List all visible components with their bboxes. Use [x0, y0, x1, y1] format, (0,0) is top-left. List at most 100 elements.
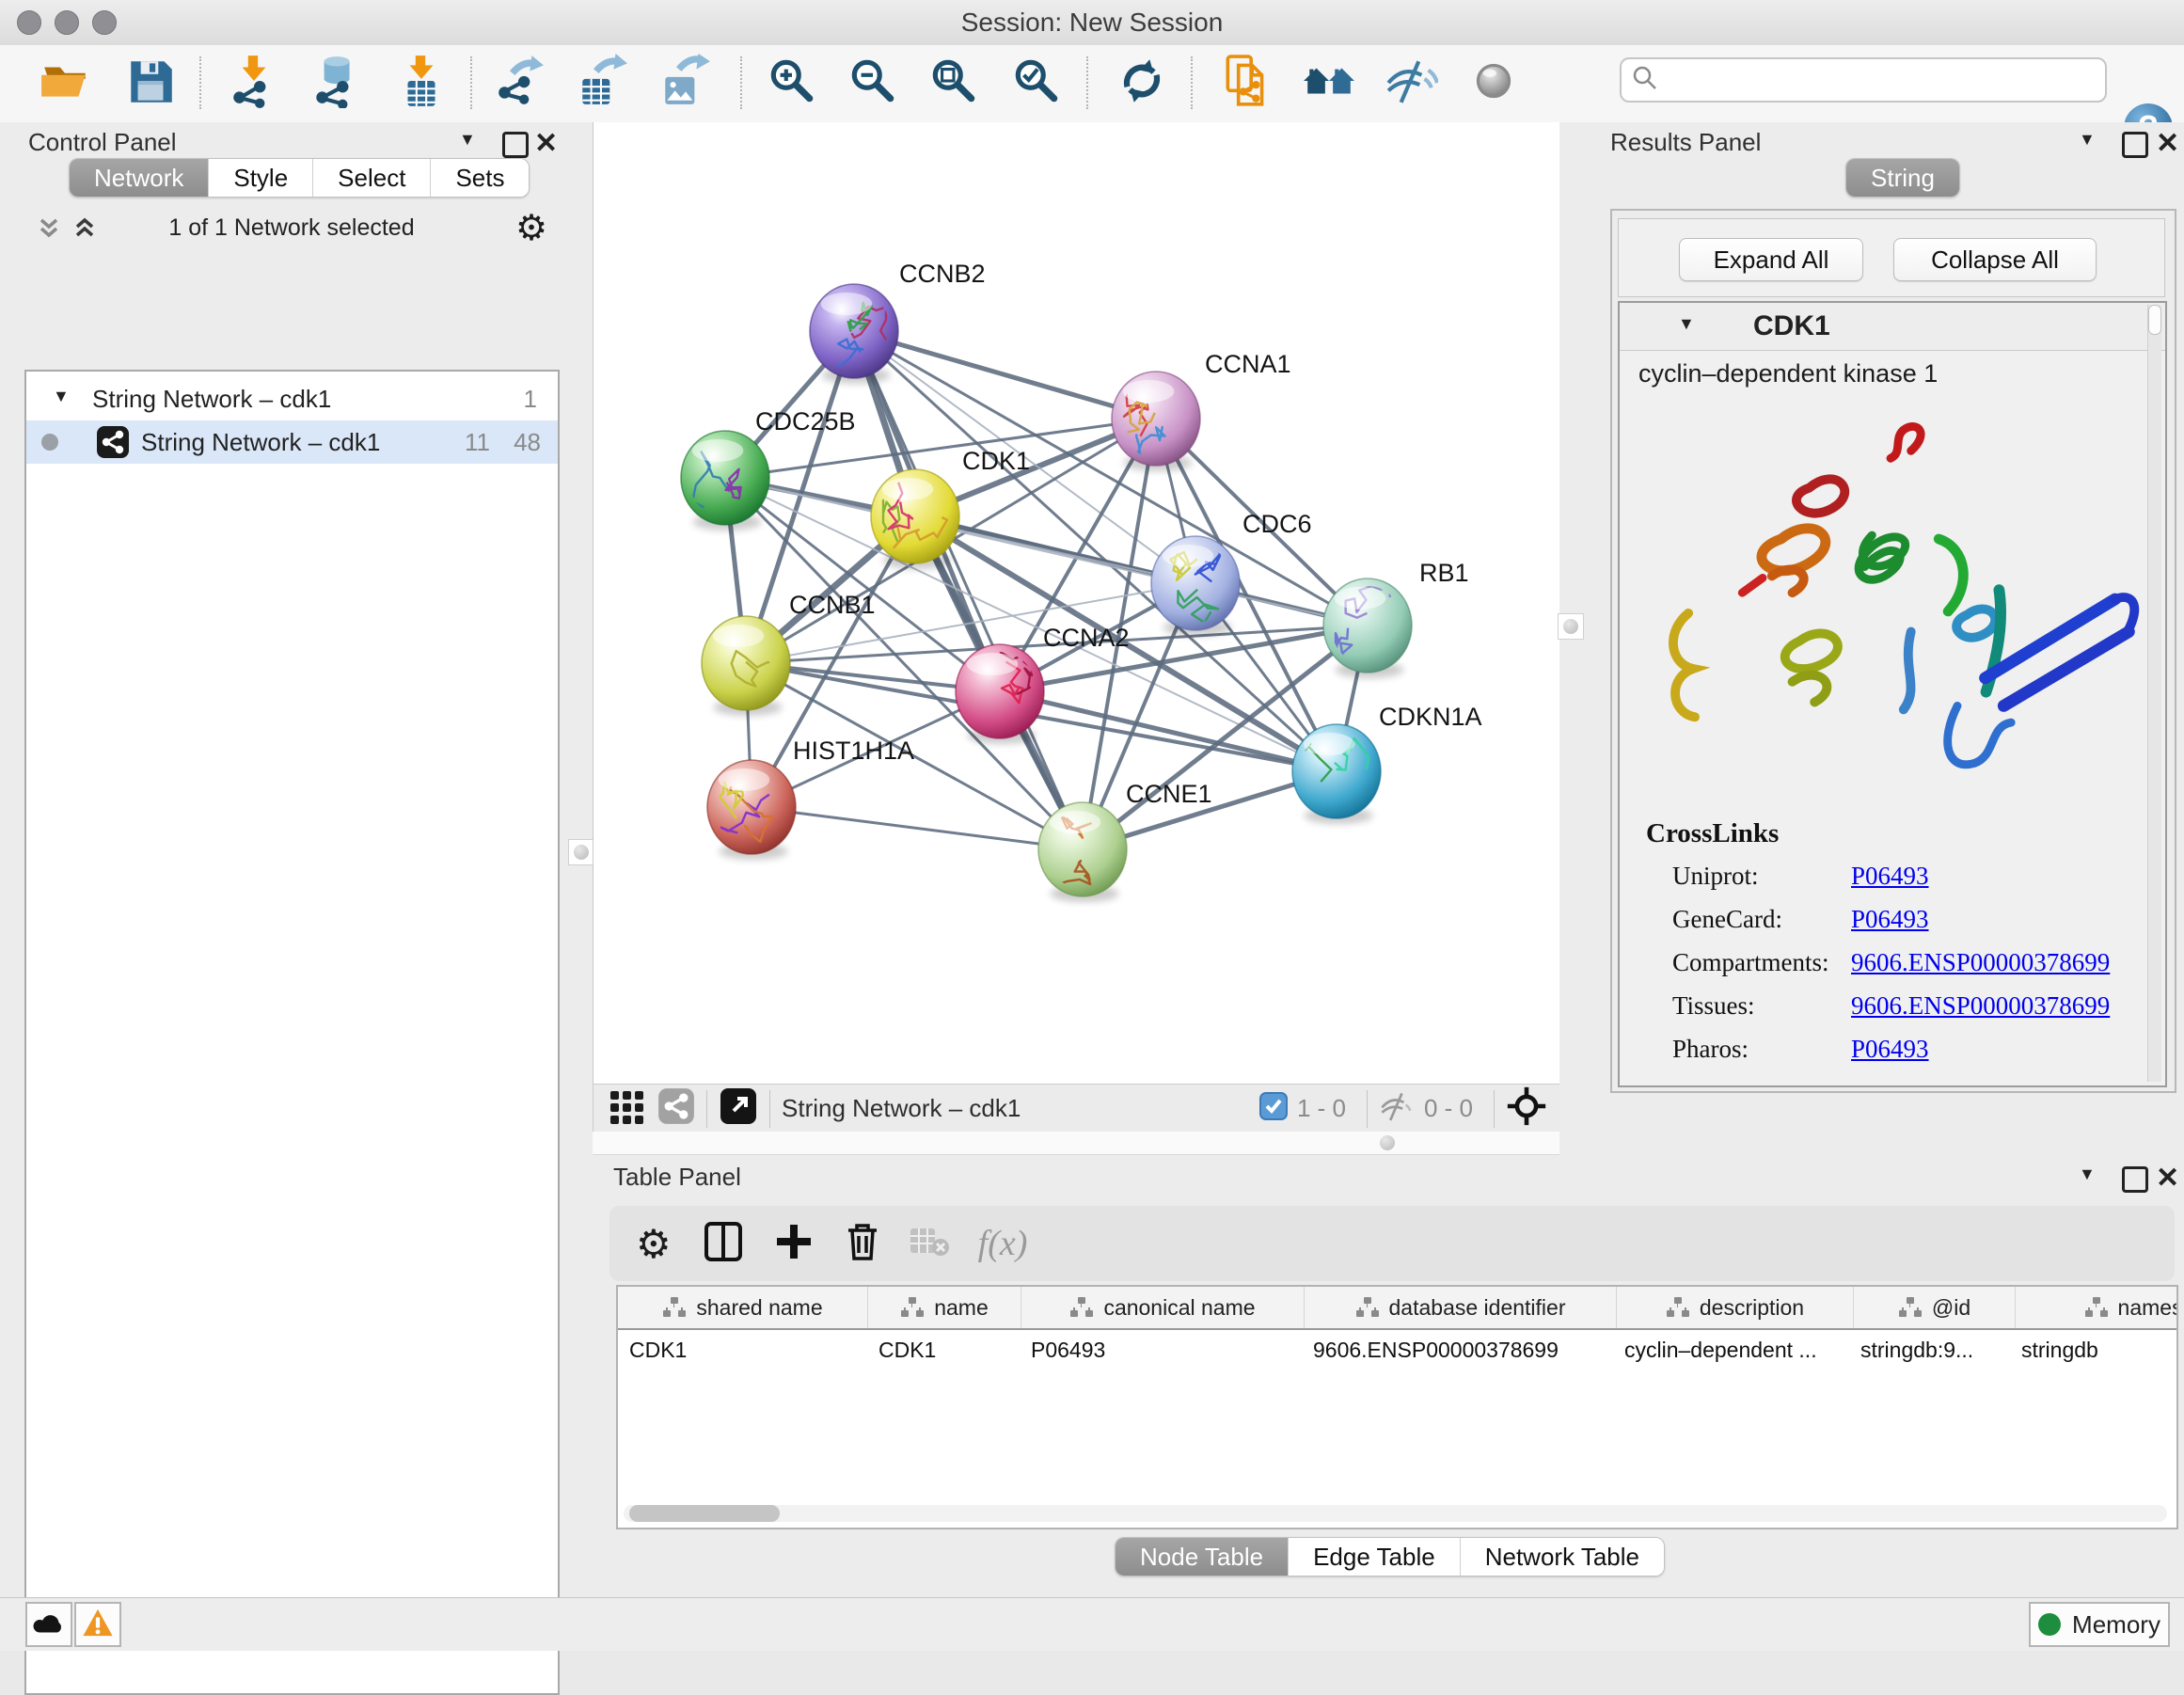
open-session-button[interactable] [32, 51, 100, 115]
crosslink-link[interactable]: 9606.ENSP00000378699 [1851, 948, 2110, 991]
tab-node-table[interactable]: Node Table [1116, 1538, 1288, 1576]
network-graph[interactable]: CCNB2CCNA1CDC25BCDK1CDC6RB1CCNB1CCNA2CDK… [593, 122, 1560, 1084]
show-columns-icon[interactable] [704, 1221, 743, 1267]
tab-style[interactable]: Style [208, 159, 312, 197]
right-splitter-handle[interactable] [1558, 613, 1584, 640]
zoom-selected-button[interactable] [1003, 51, 1070, 115]
tab-network-table[interactable]: Network Table [1460, 1538, 1664, 1576]
tab-select[interactable]: Select [312, 159, 430, 197]
table-cell[interactable]: P06493 [1020, 1330, 1302, 1370]
tab-network[interactable]: Network [70, 159, 208, 197]
table-cell[interactable]: stringdb [2010, 1330, 2178, 1370]
results-panel-close-button[interactable]: ✕ [2156, 127, 2179, 160]
import-network-from-database-button[interactable] [301, 51, 369, 115]
float-window-icon [2122, 132, 2148, 158]
column-header-shared-name[interactable]: shared name [618, 1287, 868, 1328]
warnings-button[interactable] [74, 1602, 121, 1647]
import-table-button[interactable] [388, 51, 455, 115]
home-networks-button[interactable] [1295, 51, 1363, 115]
results-panel-menu-caret-icon[interactable]: ▼ [2079, 130, 2096, 150]
copy-network-button[interactable] [1212, 51, 1280, 115]
crosslink-link[interactable]: P06493 [1851, 862, 1929, 905]
column-header-database-identifier[interactable]: database identifier [1305, 1287, 1617, 1328]
table-cell[interactable]: stringdb:9... [1849, 1330, 2010, 1370]
search-input[interactable] [1659, 62, 2096, 98]
grid-view-icon[interactable] [609, 1087, 646, 1130]
create-column-icon[interactable] [775, 1223, 813, 1265]
zoom-fit-button[interactable] [920, 51, 988, 115]
table-h-scrollbar-thumb[interactable] [629, 1505, 780, 1522]
control-panel-menu-caret-icon[interactable]: ▼ [459, 130, 476, 150]
collection-collapse-icon[interactable]: ▼ [53, 387, 70, 406]
detach-view-icon[interactable] [719, 1086, 758, 1131]
column-header-description[interactable]: description [1617, 1287, 1854, 1328]
network-view-title: String Network – cdk1 [782, 1094, 1021, 1123]
table-h-scrollbar[interactable] [624, 1505, 2167, 1522]
cloud-icon [32, 1609, 66, 1640]
hide-unhide-button[interactable] [1377, 51, 1445, 115]
control-panel: Control Panel ▼ ✕ Network Style Select S… [0, 122, 593, 1597]
table-cell[interactable]: 9606.ENSP00000378699 [1302, 1330, 1613, 1370]
function-builder-icon[interactable]: f(x) [978, 1223, 1028, 1264]
network-canvas[interactable]: CCNB2CCNA1CDC25BCDK1CDC6RB1CCNB1CCNA2CDK… [593, 122, 1561, 1084]
table-panel-close-button[interactable]: ✕ [2156, 1162, 2179, 1195]
save-icon [123, 54, 178, 113]
table-options-gear-icon[interactable]: ⚙ [636, 1221, 672, 1267]
export-table-button[interactable] [568, 51, 636, 115]
collapse-all-button[interactable]: Collapse All [1893, 238, 2097, 281]
netbar-separator [1494, 1090, 1495, 1128]
export-network-button[interactable] [486, 51, 554, 115]
table-row[interactable]: CDK1CDK1P064939606.ENSP00000378699cyclin… [618, 1330, 2176, 1370]
hidden-eye-slash-icon[interactable] [1379, 1088, 1415, 1129]
collapse-all-networks-button[interactable] [34, 213, 64, 247]
network-collection-row[interactable]: ▼ String Network – cdk1 1 [26, 377, 558, 420]
results-scrollbar-thumb[interactable] [2148, 305, 2161, 335]
birds-eye-view-icon[interactable] [1506, 1085, 1547, 1132]
crosslink-link[interactable]: P06493 [1851, 905, 1929, 948]
bottom-splitter-handle[interactable] [1375, 1131, 1400, 1155]
horizontal-splitter[interactable] [593, 1132, 1559, 1155]
column-header--id[interactable]: @id [1854, 1287, 2016, 1328]
network-options-gear-icon[interactable]: ⚙ [515, 207, 547, 249]
import-network-icon [227, 54, 281, 113]
gene-collapse-icon[interactable]: ▼ [1678, 314, 1695, 334]
zoom-out-button[interactable] [839, 51, 907, 115]
control-panel-close-button[interactable]: ✕ [534, 127, 558, 160]
column-header-namespace[interactable]: namespace [2016, 1287, 2178, 1328]
control-panel-title: Control Panel [28, 128, 177, 157]
gene-section-header[interactable]: ▼ CDK1 [1620, 303, 2165, 351]
zoom-in-button[interactable] [758, 51, 826, 115]
selected-checkbox-icon[interactable] [1259, 1092, 1288, 1125]
memory-button[interactable]: Memory [2029, 1602, 2170, 1647]
tab-edge-table[interactable]: Edge Table [1288, 1538, 1460, 1576]
table-cell[interactable]: CDK1 [867, 1330, 1020, 1370]
expand-all-networks-button[interactable] [70, 213, 100, 247]
table-panel-menu-caret-icon[interactable]: ▼ [2079, 1164, 2096, 1184]
results-scrollbar[interactable] [2147, 305, 2161, 1082]
show-graphics-details-button[interactable] [1460, 51, 1527, 115]
table-cell[interactable]: cyclin–dependent ... [1613, 1330, 1849, 1370]
crosslink-link[interactable]: 9606.ENSP00000378699 [1851, 991, 2110, 1035]
expand-all-button[interactable]: Expand All [1679, 238, 1863, 281]
crosslink-row: Pharos:P06493 [1672, 1035, 2143, 1078]
refresh-view-button[interactable] [1108, 51, 1176, 115]
save-session-button[interactable] [117, 51, 184, 115]
crosslink-row: Tissues:9606.ENSP00000378699 [1672, 991, 2143, 1035]
column-header-canonical-name[interactable]: canonical name [1021, 1287, 1305, 1328]
results-panel-float-button[interactable] [2122, 132, 2148, 163]
app-store-cloud-button[interactable] [25, 1602, 72, 1647]
import-network-button[interactable] [220, 51, 288, 115]
string-view-icon[interactable] [657, 1087, 695, 1130]
table-panel-float-button[interactable] [2122, 1166, 2148, 1197]
tab-sets[interactable]: Sets [430, 159, 529, 197]
left-splitter-handle[interactable] [568, 839, 594, 865]
delete-table-icon[interactable] [909, 1225, 950, 1263]
column-header-name[interactable]: name [868, 1287, 1021, 1328]
export-image-button[interactable] [651, 51, 719, 115]
network-row-selected[interactable]: String Network – cdk1 11 48 [26, 420, 558, 464]
delete-column-icon[interactable] [845, 1221, 880, 1267]
tab-string[interactable]: String [1846, 159, 1959, 197]
table-cell[interactable]: CDK1 [618, 1330, 867, 1370]
toolbar-search[interactable] [1620, 57, 2107, 103]
crosslink-link[interactable]: P06493 [1851, 1035, 1929, 1078]
